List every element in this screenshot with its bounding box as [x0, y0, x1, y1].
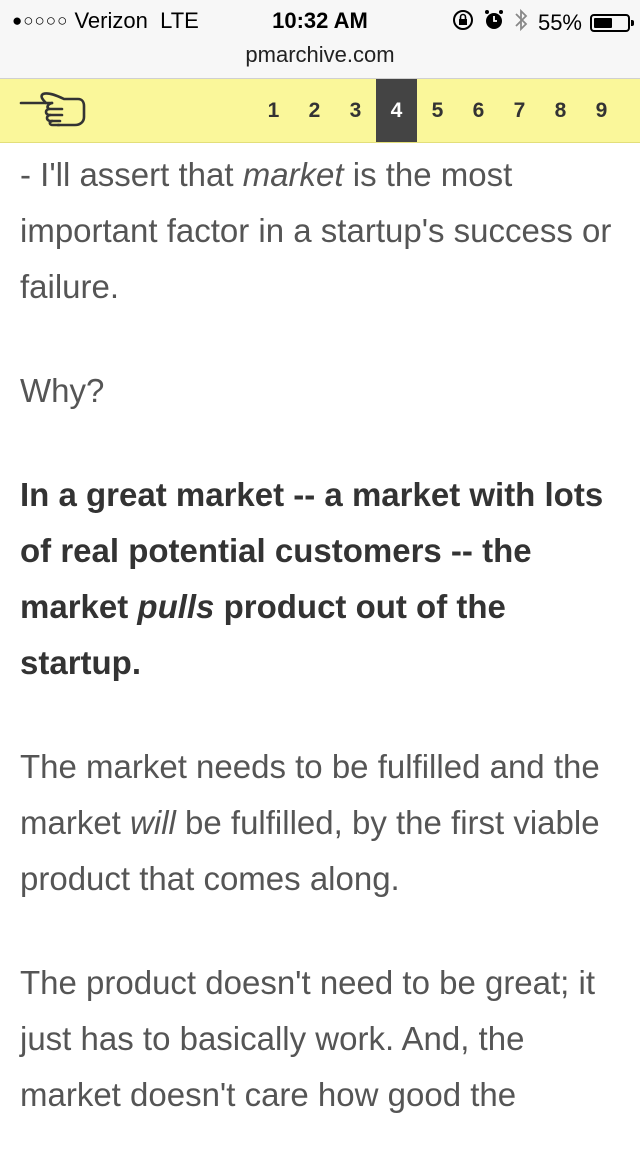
page-link-8[interactable]: 8 — [540, 79, 581, 142]
battery-nub — [631, 19, 634, 26]
paragraph-5: The product doesn't need to be great; it… — [20, 964, 596, 1113]
battery-percent: 55% — [537, 9, 582, 35]
paragraph-1: - I'll assert that market is the most im… — [20, 147, 620, 315]
page-link-3[interactable]: 3 — [335, 79, 376, 142]
pointing-hand-icon[interactable] — [18, 87, 88, 133]
orientation-lock-icon — [452, 9, 474, 36]
page-link-4-current[interactable]: 4 — [376, 79, 417, 142]
battery-icon — [590, 13, 634, 32]
url-bar[interactable]: pmarchive.com — [0, 42, 640, 68]
text-run: - I'll assert that — [20, 156, 243, 193]
paragraph-4: The market needs to be fulfilled and the… — [20, 739, 620, 907]
bold-statement: In a great market -- a market with lots … — [20, 476, 603, 681]
browser-top-bar: ●○○○○ Verizon LTE 10:32 AM 55% pmarchive… — [0, 0, 640, 79]
status-bar: ●○○○○ Verizon LTE 10:32 AM 55% — [0, 0, 640, 40]
emphasis: market — [242, 156, 344, 193]
page-link-5[interactable]: 5 — [417, 79, 458, 142]
page-link-9[interactable]: 9 — [581, 79, 622, 142]
page-link-1[interactable]: 1 — [253, 79, 294, 142]
article-body: - I'll assert that market is the most im… — [20, 147, 620, 1171]
page-link-7[interactable]: 7 — [499, 79, 540, 142]
status-icons: 55% — [452, 8, 634, 37]
emphasis: will — [130, 804, 176, 841]
bluetooth-icon — [514, 8, 528, 37]
page-link-2[interactable]: 2 — [294, 79, 335, 142]
emphasis: pulls — [137, 588, 215, 625]
paragraph-2: Why? — [20, 372, 105, 409]
page-number-list: 1 2 3 4 5 6 7 8 9 — [253, 79, 622, 142]
battery-fill — [594, 17, 612, 28]
page-navigation-bar: 1 2 3 4 5 6 7 8 9 — [0, 79, 640, 143]
page-link-6[interactable]: 6 — [458, 79, 499, 142]
alarm-icon — [484, 9, 504, 36]
paragraph-3-bold: In a great market -- a market with lots … — [20, 467, 620, 691]
